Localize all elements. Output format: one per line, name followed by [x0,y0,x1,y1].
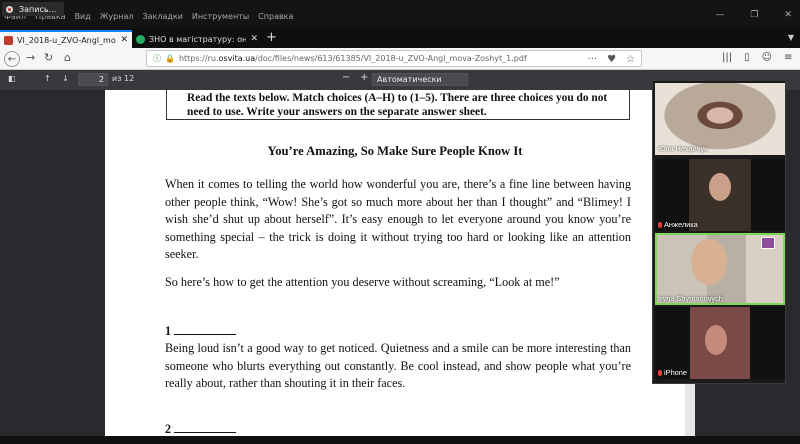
wall-poster [761,237,775,249]
task-instructions: Read the texts below. Match choices (A–H… [166,90,630,120]
new-tab-button[interactable]: + [266,30,277,46]
article-heading: You’re Amazing, So Make Sure People Know… [267,144,523,158]
bookmark-star-icon[interactable]: ☆ [626,54,635,65]
menu-bookmarks[interactable]: Закладки [142,12,182,21]
site-favicon-icon [136,34,145,44]
recording-label: Запись... [19,4,57,14]
answer-blank [174,334,237,335]
tab-strip: VI_2018-u_ZVO-Angl_mova-Zoshyt_1.pdf ✕ З… [0,28,800,48]
muted-mic-icon [658,221,662,228]
address-bar[interactable]: ⓘ 🔒 https://ru.osvita.ua/doc/files/news/… [146,50,642,67]
zoom-select[interactable]: Автоматически [372,73,468,86]
gap-number-1: 1 [165,324,237,339]
info-icon[interactable]: ⓘ [153,53,161,64]
tab-zno[interactable]: ЗНО в магістратуру: онлайн-… ✕ [132,30,262,48]
participant-name: Iryna Shymanovych [658,294,723,303]
next-page-icon[interactable]: ↓ [62,74,69,83]
restore-icon[interactable]: ❐ [750,10,758,20]
video-tile-4[interactable]: iPhone [655,307,785,379]
video-tile-3[interactable]: Iryna Shymanovych [655,233,785,305]
video-tile-1[interactable]: Юля Нехайчук [655,83,785,155]
paragraph-intro: When it comes to telling the world how w… [165,177,631,262]
zoom-out-button[interactable]: − [342,72,350,83]
record-icon [6,5,13,13]
participant-name: iPhone [658,368,687,377]
screen: Запись... Файл Правка Вид Журнал Закладк… [0,0,800,444]
page-number-input[interactable]: 2 [78,73,108,86]
answer-blank [174,432,237,433]
tab-pdf[interactable]: VI_2018-u_ZVO-Angl_mova-Zoshyt_1.pdf ✕ [0,30,132,48]
participant-face [705,325,727,355]
taskbar-edge [0,436,800,444]
paragraph-item-1: Being loud isn’t a good way to get notic… [165,341,631,391]
home-button[interactable]: ⌂ [64,51,71,64]
participant-face [709,173,731,201]
reload-button[interactable]: ↻ [44,51,53,64]
muted-mic-icon [658,369,662,376]
pdf-favicon-icon [4,35,13,45]
gap-number-2: 2 [165,422,237,436]
pdf-page: Read the texts below. Match choices (A–H… [105,90,685,436]
menu-view[interactable]: Вид [75,12,91,21]
menu-help[interactable]: Справка [258,12,293,21]
sidebar-toggle-icon[interactable]: ◧ [8,74,16,83]
sidebar-icon[interactable]: ▯ [744,52,750,63]
pocket-icon[interactable]: ♥ [607,54,616,65]
lock-icon[interactable]: 🔒 [165,54,175,63]
forward-button[interactable]: → [26,51,35,64]
participant-name: Анжелика [658,220,698,229]
account-icon[interactable]: ☺ [762,52,772,63]
zoom-in-button[interactable]: + [360,72,368,83]
page-count: из 12 [112,74,135,83]
video-call-panel: Юля Нехайчук Анжелика Iryna Shymanovych … [652,80,786,384]
back-button[interactable]: ← [4,51,20,67]
video-tile-2[interactable]: Анжелика [655,159,785,231]
navigation-bar: ← → ↻ ⌂ ⓘ 🔒 https://ru.osvita.ua/doc/fil… [0,48,800,70]
close-window-icon[interactable]: ✕ [784,10,792,20]
menu-history[interactable]: Журнал [100,12,134,21]
close-tab-icon[interactable]: ✕ [120,35,128,45]
participant-face [691,239,727,285]
paragraph-lead: So here’s how to get the attention you d… [165,275,560,289]
menu-bar: Запись... Файл Правка Вид Журнал Закладк… [0,0,800,28]
tab-title: ЗНО в магістратуру: онлайн-… [149,34,247,44]
close-tab-icon[interactable]: ✕ [250,34,258,44]
url-text: https://ru.osvita.ua/doc/files/news/613/… [178,54,527,63]
previous-page-icon[interactable]: ↑ [44,74,51,83]
tab-title: VI_2018-u_ZVO-Angl_mova-Zoshyt_1.pdf [17,35,116,45]
hamburger-menu-icon[interactable]: ≡ [784,52,792,63]
chevron-down-icon[interactable]: ▼ [788,33,794,42]
more-icon[interactable]: ··· [588,54,598,65]
participant-name: Юля Нехайчук [658,144,708,153]
menu-tools[interactable]: Инструменты [192,12,249,21]
recording-indicator[interactable]: Запись... [2,2,65,16]
library-icon[interactable]: ||| [722,52,732,63]
minimize-icon[interactable]: — [715,10,724,20]
